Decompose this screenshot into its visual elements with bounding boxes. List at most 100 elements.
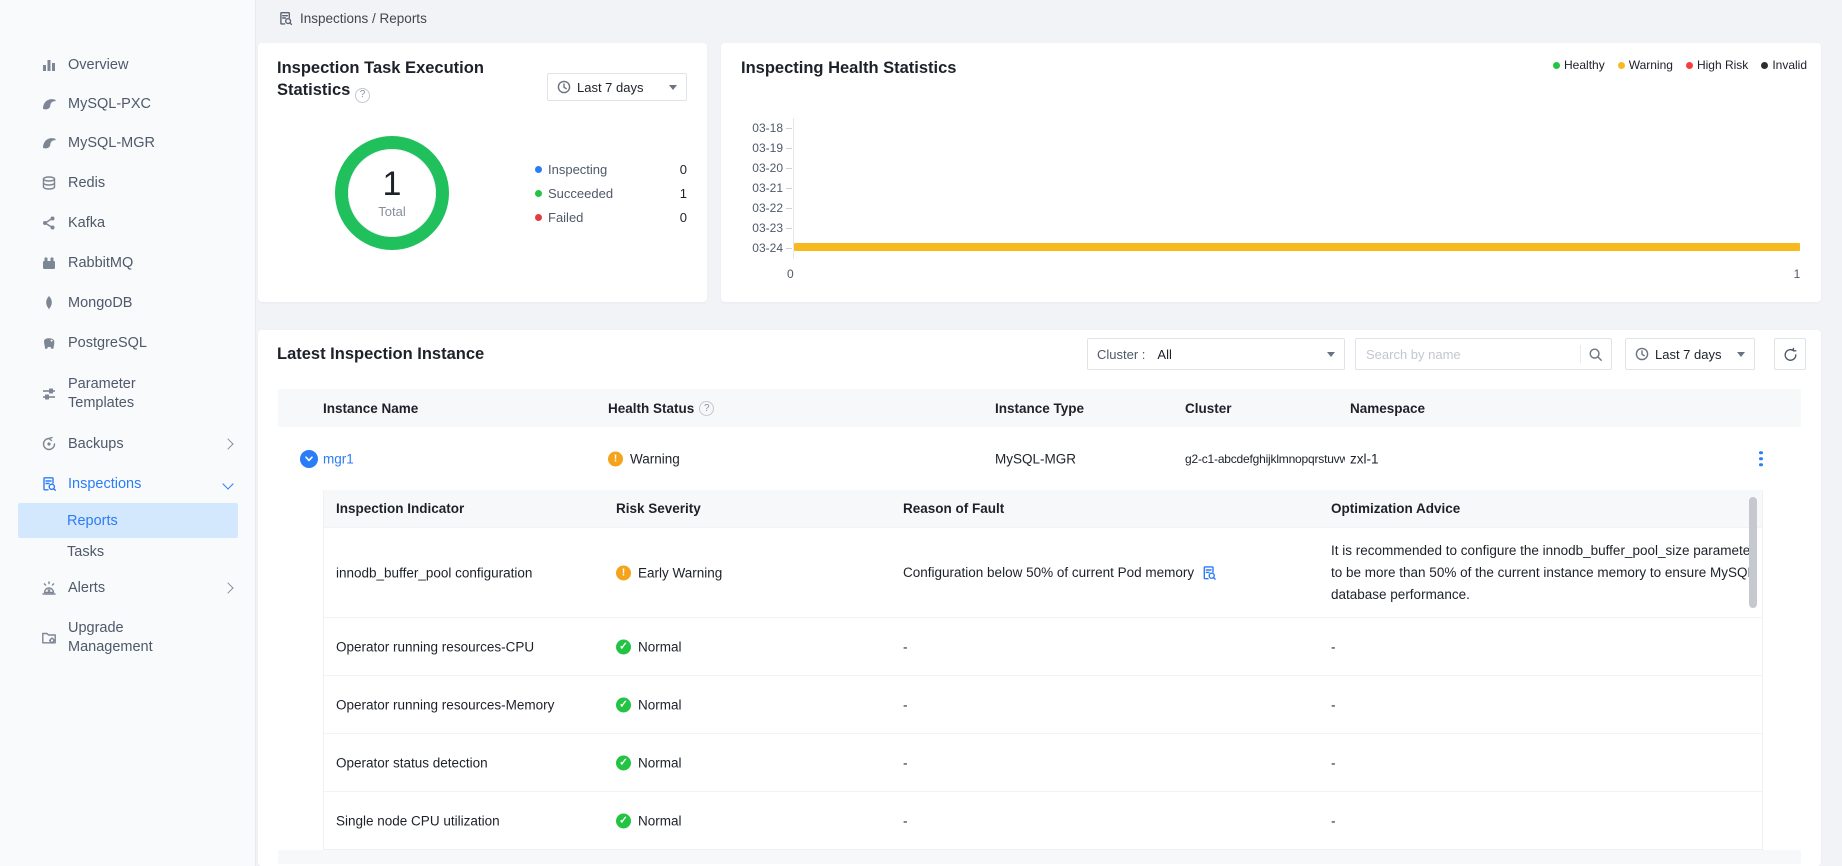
breadcrumb-text[interactable]: Inspections / Reports bbox=[300, 11, 427, 26]
help-icon[interactable]: ? bbox=[699, 401, 714, 416]
machine-icon bbox=[40, 255, 57, 272]
advice-cell: - bbox=[1331, 697, 1336, 712]
report-detail-icon[interactable] bbox=[1201, 565, 1217, 581]
breadcrumb: Inspections / Reports bbox=[278, 11, 427, 26]
sidebar-item-mysql-mgr[interactable]: MySQL-MGR bbox=[0, 123, 256, 163]
instance-name-link[interactable]: mgr1 bbox=[323, 451, 354, 466]
check-icon: ✓ bbox=[616, 639, 631, 654]
sidebar-item-label: Backups bbox=[68, 435, 224, 454]
legend-item-healthy[interactable]: Healthy bbox=[1553, 58, 1605, 72]
check-icon: ✓ bbox=[616, 755, 631, 770]
task-stats-card: Inspection Task Execution Statistics ? L… bbox=[258, 43, 707, 302]
advice-cell: - bbox=[1331, 639, 1336, 654]
legend-item-succeeded[interactable]: Succeeded 1 bbox=[535, 181, 687, 205]
legend-item-invalid[interactable]: Invalid bbox=[1761, 58, 1807, 72]
legend-label: Failed bbox=[548, 210, 583, 225]
sidebar-item-label: Alerts bbox=[68, 579, 224, 598]
sidebar-item-mysql-pxc[interactable]: MySQL-PXC bbox=[0, 84, 256, 124]
instance-type-cell: MySQL-MGR bbox=[995, 451, 1076, 466]
legend-item-warning[interactable]: Warning bbox=[1618, 58, 1673, 72]
health-stats-card: Inspecting Health Statistics Healthy War… bbox=[721, 43, 1821, 302]
legend-item-high-risk[interactable]: High Risk bbox=[1686, 58, 1748, 72]
sidebar-item-parameter-templates[interactable]: Parameter Templates bbox=[0, 366, 256, 422]
subtable-row: innodb_buffer_pool configuration ! Early… bbox=[324, 527, 1762, 617]
legend-dot bbox=[535, 214, 542, 221]
sidebar-item-label: Reports bbox=[67, 513, 118, 529]
clock-icon bbox=[1635, 347, 1649, 361]
sidebar-item-upgrade-management[interactable]: Upgrade Management bbox=[0, 610, 256, 666]
collapse-row-button[interactable] bbox=[300, 450, 318, 468]
legend-dot bbox=[1553, 62, 1560, 69]
cluster-filter-value: All bbox=[1157, 347, 1171, 362]
sidebar-item-tasks[interactable]: Tasks bbox=[0, 532, 256, 572]
sidebar-item-redis[interactable]: Redis bbox=[0, 163, 256, 203]
indicator-cell: Single node CPU utilization bbox=[336, 813, 500, 828]
y-axis-tick: 03-18 bbox=[721, 121, 783, 135]
chevron-right-icon bbox=[224, 436, 232, 452]
backup-arrow-icon bbox=[40, 436, 57, 453]
subtable-scrollbar[interactable] bbox=[1749, 497, 1757, 608]
search-icon[interactable] bbox=[1588, 347, 1603, 362]
dolphin-icon bbox=[40, 96, 57, 113]
inspection-doc-icon bbox=[40, 476, 57, 493]
layers-icon bbox=[40, 175, 57, 192]
y-axis-tick: 03-23 bbox=[721, 221, 783, 235]
y-axis-tick: 03-20 bbox=[721, 161, 783, 175]
subtable-header-row: Inspection Indicator Risk Severity Reaso… bbox=[324, 490, 1762, 527]
caret-down-icon bbox=[1327, 352, 1335, 357]
cluster-filter-select[interactable]: Cluster : All bbox=[1087, 338, 1345, 370]
search-input[interactable] bbox=[1366, 347, 1576, 362]
caret-down-icon bbox=[669, 85, 677, 90]
x-axis-label-min: 0 bbox=[787, 267, 794, 281]
inspection-doc-icon bbox=[278, 11, 293, 26]
sidebar-item-label: PostgreSQL bbox=[68, 334, 256, 353]
section-title: Latest Inspection Instance bbox=[277, 345, 484, 364]
sidebar-item-inspections[interactable]: Inspections bbox=[0, 464, 256, 504]
y-axis-tick: 03-19 bbox=[721, 141, 783, 155]
sidebar-item-rabbitmq[interactable]: RabbitMQ bbox=[0, 243, 256, 283]
legend-label: Healthy bbox=[1564, 58, 1605, 72]
time-filter-value: Last 7 days bbox=[577, 80, 644, 95]
task-stats-title: Inspection Task Execution Statistics bbox=[277, 59, 484, 99]
legend-item-failed[interactable]: Failed 0 bbox=[535, 205, 687, 229]
screen: Overview MySQL-PXC MySQL-MGR Redis Kafka… bbox=[0, 0, 1842, 866]
col-namespace: Namespace bbox=[1350, 389, 1425, 427]
y-axis-line bbox=[793, 118, 794, 259]
legend-label: Warning bbox=[1629, 58, 1673, 72]
health-status-text: Warning bbox=[630, 451, 680, 466]
search-box bbox=[1355, 338, 1612, 370]
sidebar-item-mongodb[interactable]: MongoDB bbox=[0, 283, 256, 323]
help-icon[interactable]: ? bbox=[355, 88, 370, 103]
sidebar-item-label: Redis bbox=[68, 174, 256, 193]
sidebar-item-label: MySQL-PXC bbox=[68, 95, 256, 114]
risk-cell: ✓Normal bbox=[616, 813, 682, 828]
task-time-filter-select[interactable]: Last 7 days bbox=[547, 73, 687, 101]
legend-dot bbox=[535, 166, 542, 173]
card-title: Inspection Task Execution Statistics ? bbox=[277, 57, 502, 103]
sidebar-item-alerts[interactable]: Alerts bbox=[0, 568, 256, 608]
col-inspection-indicator: Inspection Indicator bbox=[336, 490, 464, 527]
table-row: mgr1 ! Warning MySQL-MGR g2-c1-abcdefghi… bbox=[278, 427, 1801, 490]
warning-icon: ! bbox=[616, 565, 631, 580]
sidebar-item-label: Upgrade Management bbox=[68, 619, 203, 657]
refresh-button[interactable] bbox=[1774, 338, 1806, 370]
indicator-cell: innodb_buffer_pool configuration bbox=[336, 565, 532, 580]
table-time-filter-select[interactable]: Last 7 days bbox=[1625, 338, 1755, 370]
risk-text: Normal bbox=[638, 813, 682, 828]
sidebar-item-overview[interactable]: Overview bbox=[0, 45, 256, 85]
legend-label: Succeeded bbox=[548, 186, 613, 201]
warning-icon: ! bbox=[608, 451, 623, 466]
row-actions-menu-button[interactable] bbox=[1755, 447, 1767, 471]
sidebar-item-backups[interactable]: Backups bbox=[0, 424, 256, 464]
indicator-cell: Operator status detection bbox=[336, 755, 488, 770]
warning-bar-03-24[interactable] bbox=[794, 243, 1800, 251]
col-instance-name: Instance Name bbox=[323, 389, 418, 427]
legend-item-inspecting[interactable]: Inspecting 0 bbox=[535, 157, 687, 181]
sidebar-item-postgresql[interactable]: PostgreSQL bbox=[0, 323, 256, 363]
advice-cell: It is recommended to configure the innod… bbox=[1331, 540, 1761, 606]
reason-cell: - bbox=[903, 639, 908, 654]
subtable-row: Operator running resources-Memory ✓Norma… bbox=[324, 675, 1762, 733]
reason-cell: - bbox=[903, 697, 908, 712]
sidebar-item-kafka[interactable]: Kafka bbox=[0, 203, 256, 243]
sidebar-item-label: Inspections bbox=[68, 475, 224, 494]
